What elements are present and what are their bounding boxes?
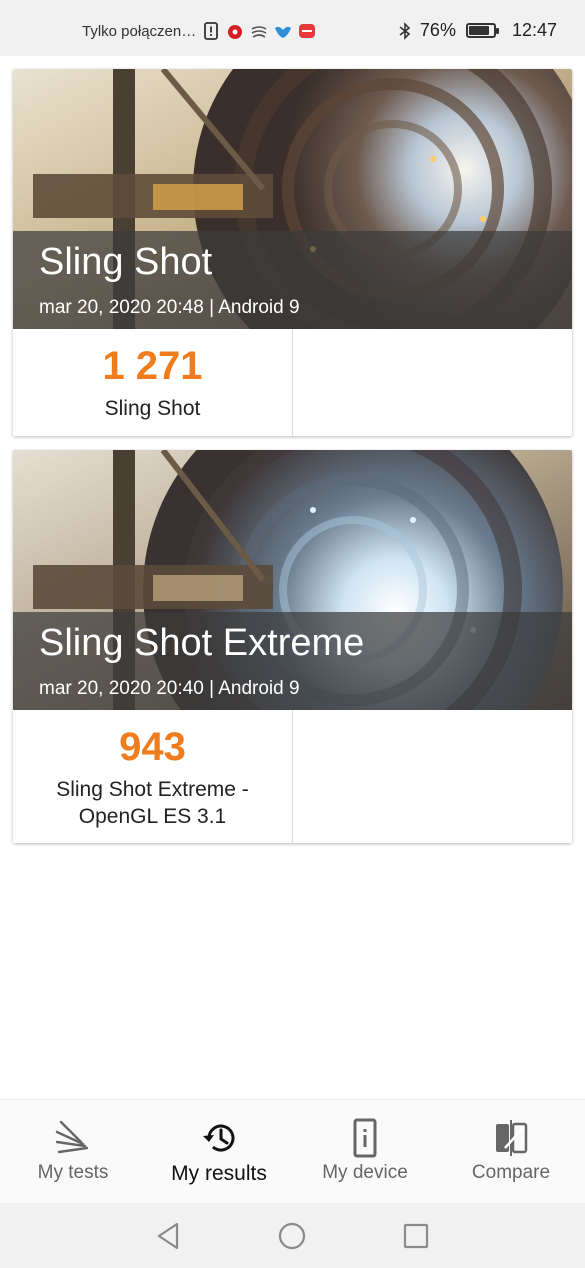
result-card-sling-shot[interactable]: Sling Shot mar 20, 2020 20:48 | Android … [13,69,572,436]
nav-label: My results [171,1162,267,1185]
hero-image: Sling Shot mar 20, 2020 20:48 | Android … [13,69,572,329]
test-title: Sling Shot [39,241,213,283]
test-date-meta: mar 20, 2020 20:48 | Android 9 [39,297,300,318]
bluetooth-icon [399,21,411,40]
bottom-navigation: My tests My results My device Compare [0,1099,585,1203]
nav-compare[interactable]: Compare [438,1100,584,1203]
status-left: Tylko połączen… [82,22,316,40]
battery-icon [465,23,499,38]
device-info-icon [353,1118,377,1158]
test-date-meta: mar 20, 2020 20:40 | Android 9 [39,678,300,699]
score-label: Sling Shot [104,397,201,420]
score-label: Sling Shot Extreme - OpenGL ES 3.1 [56,778,249,828]
result-card-sling-shot-extreme[interactable]: Sling Shot Extreme mar 20, 2020 20:40 | … [13,450,572,843]
hero-image: Sling Shot Extreme mar 20, 2020 20:40 | … [13,450,572,710]
system-navigation-bar [0,1203,585,1268]
red-badge-app-icon [299,24,316,38]
empty-cell [292,710,571,843]
recents-icon[interactable] [401,1221,431,1251]
bird-app-icon [275,26,292,38]
status-right: 76% 12:47 [396,20,557,41]
nav-label: Compare [471,1162,551,1183]
nav-label: My tests [37,1162,109,1183]
signal-waves-icon [251,26,267,38]
results-row: 943 Sling Shot Extreme - OpenGL ES 3.1 [13,710,572,843]
3dmark-logo-icon [55,1120,89,1154]
carrier-text: Tylko połączen… [82,22,197,40]
home-icon[interactable] [277,1221,307,1251]
test-title: Sling Shot Extreme [39,622,365,664]
battery-level [468,26,489,35]
nav-my-results[interactable]: My results [146,1100,292,1203]
sim-alert-icon [204,22,219,40]
empty-cell [292,329,571,436]
status-bar: Tylko połączen… 76% 12:47 [0,0,585,56]
nav-my-tests[interactable]: My tests [0,1100,146,1203]
back-icon[interactable] [153,1221,183,1251]
nav-my-device[interactable]: My device [292,1100,438,1203]
score-value: 943 [119,725,186,769]
results-row: 1 271 Sling Shot [13,329,572,436]
nav-label: My device [322,1162,408,1183]
red-app-icon [228,25,243,39]
clock: 12:47 [511,20,557,40]
battery-percent: 76% [419,20,456,40]
score-value: 1 271 [102,344,203,388]
score-cell: 1 271 Sling Shot [13,329,292,436]
history-icon [203,1124,235,1152]
compare-icon [496,1120,528,1156]
score-cell: 943 Sling Shot Extreme - OpenGL ES 3.1 [13,710,292,843]
